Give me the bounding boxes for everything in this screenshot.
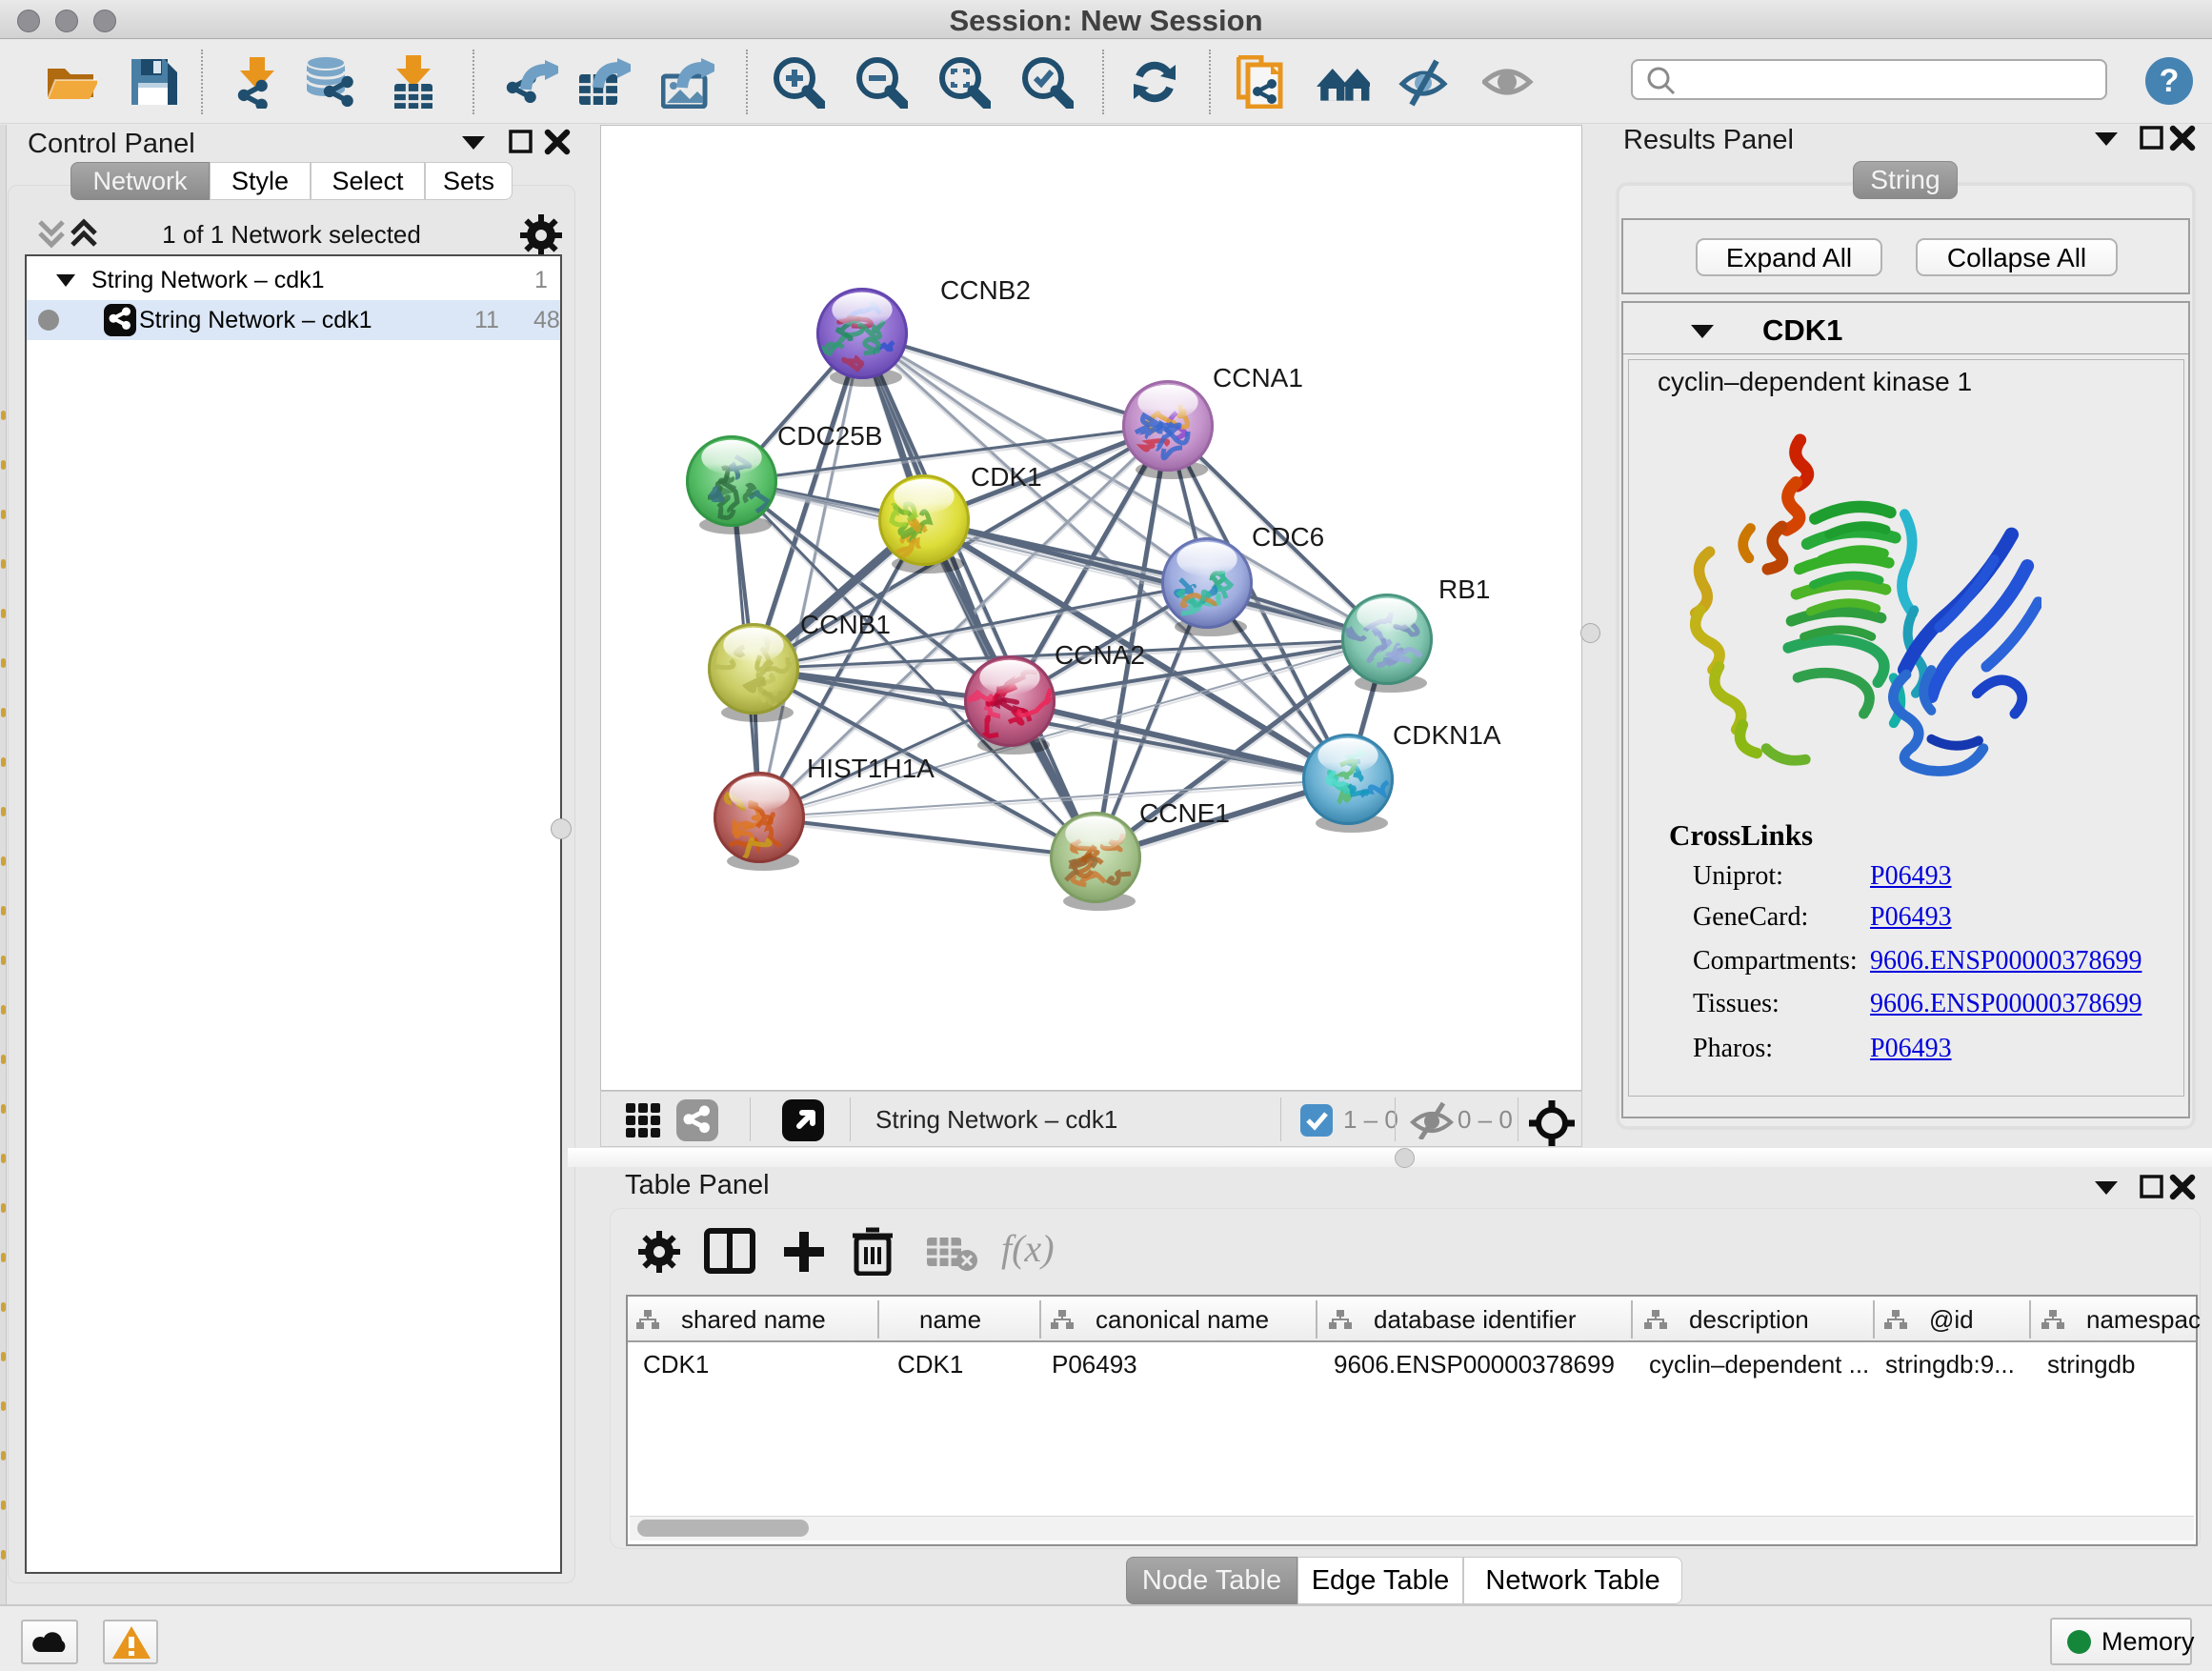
svg-text:CCNB2: CCNB2 — [940, 275, 1031, 305]
svg-text:?: ? — [2160, 63, 2180, 99]
svg-text:CCNE1: CCNE1 — [1139, 798, 1230, 828]
svg-text:CDC6: CDC6 — [1252, 522, 1324, 552]
svg-text:CCNB1: CCNB1 — [800, 610, 891, 639]
svg-text:CCNA2: CCNA2 — [1055, 640, 1145, 670]
svg-text:HIST1H1A: HIST1H1A — [807, 754, 935, 783]
svg-text:CDC25B: CDC25B — [777, 421, 882, 451]
svg-text:CDK1: CDK1 — [971, 462, 1042, 492]
svg-text:RB1: RB1 — [1438, 574, 1490, 604]
svg-text:CCNA1: CCNA1 — [1213, 363, 1303, 393]
svg-text:CDKN1A: CDKN1A — [1393, 720, 1501, 750]
